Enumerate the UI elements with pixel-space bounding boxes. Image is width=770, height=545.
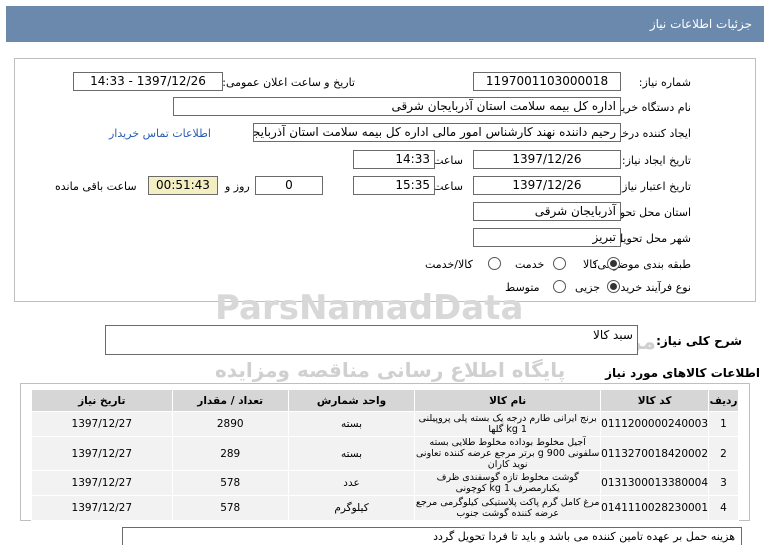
valid-time-label: ساعت — [433, 180, 463, 193]
col-header-unit: واحد شمارش — [287, 389, 416, 412]
province-field[interactable]: آذربایجان شرقی — [473, 202, 621, 221]
cell-name: مرغ کامل گرم پاکت پلاستیکی کیلوگرمی مرجع… — [414, 495, 602, 521]
category-option-goods-service: کالا/خدمت — [425, 258, 473, 271]
city-field[interactable]: تبریز — [473, 228, 621, 247]
cell-unit: بسته — [287, 436, 416, 471]
cell-row: 1 — [708, 411, 739, 437]
goods-table: ردیف کد کالا نام کالا واحد شمارش تعداد /… — [31, 389, 739, 521]
cell-code: 0113270018420002 — [600, 436, 710, 471]
requester-field[interactable]: رحیم داننده نهند کارشناس امور مالی اداره… — [253, 123, 621, 142]
cell-date: 1397/12/27 — [31, 411, 173, 437]
remaining-days-field[interactable]: 0 — [255, 176, 323, 195]
col-header-name: نام کالا — [414, 389, 602, 412]
remaining-time-field: 00:51:43 — [148, 176, 218, 195]
goods-section-title: اطلاعات کالاهای مورد نیاز — [605, 366, 760, 380]
cell-qty: 578 — [171, 470, 289, 496]
cell-row: 2 — [708, 436, 739, 471]
valid-time-field[interactable]: 15:35 — [353, 176, 435, 195]
process-label: نوع فرآیند خرید : — [613, 281, 691, 294]
valid-date-field[interactable]: 1397/12/26 — [473, 176, 621, 195]
cell-name: آجیل مخلوط بوداده مخلوط طلایی بسته سلفون… — [414, 436, 602, 471]
col-header-code: کد کالا — [600, 389, 710, 412]
cell-qty: 2890 — [171, 411, 289, 437]
need-details-panel: شماره نیاز: 1197001103000018 تاریخ و ساع… — [14, 58, 756, 302]
cell-date: 1397/12/27 — [31, 495, 173, 521]
valid-date-label: تاریخ اعتبار نیاز: — [618, 180, 691, 193]
cell-name: برنج ایرانی طارم درجه یک بسته پلی پروپیل… — [414, 411, 602, 437]
table-row[interactable]: 2 0113270018420002 آجیل مخلوط بوداده مخل… — [31, 436, 739, 471]
table-row[interactable]: 1 0111200000240003 برنج ایرانی طارم درجه… — [31, 411, 739, 437]
general-desc-label: شرح کلی نیاز: — [656, 334, 742, 348]
process-radio-medium[interactable] — [553, 280, 566, 293]
cell-date: 1397/12/27 — [31, 470, 173, 496]
days-label: روز و — [225, 180, 250, 193]
col-header-date: تاریخ نیاز — [31, 389, 173, 412]
remaining-time-label: ساعت باقی مانده — [55, 180, 137, 193]
cell-row: 3 — [708, 470, 739, 496]
need-number-label: شماره نیاز: — [638, 76, 691, 89]
buyer-note-field[interactable]: هزینه حمل بر عهده تامین کننده می باشد و … — [122, 527, 742, 545]
goods-table-panel: ردیف کد کالا نام کالا واحد شمارش تعداد /… — [20, 383, 750, 521]
cell-unit: بسته — [287, 411, 416, 437]
page-title: جزئیات اطلاعات نیاز — [6, 6, 764, 42]
cell-code: 0111200000240003 — [600, 411, 710, 437]
cell-code: 0141110028230001 — [600, 495, 710, 521]
process-radio-minor[interactable] — [607, 280, 620, 293]
buyer-field[interactable]: اداره کل بیمه سلامت استان آذربایجان شرقی — [173, 97, 621, 116]
col-header-row: ردیف — [708, 389, 739, 412]
category-option-goods: کالا — [583, 258, 598, 271]
created-date-label: تاریخ ایجاد نیاز: — [621, 154, 691, 167]
announce-date-field[interactable]: 1397/12/26 - 14:33 — [73, 72, 223, 91]
cell-unit: کیلوگرم — [287, 495, 416, 521]
cell-qty: 578 — [171, 495, 289, 521]
general-desc-field[interactable]: سبد کالا — [105, 325, 638, 355]
city-label: شهر محل تحویل: — [611, 232, 691, 245]
table-row[interactable]: 4 0141110028230001 مرغ کامل گرم پاکت پلا… — [31, 495, 739, 521]
created-time-label: ساعت — [433, 154, 463, 167]
created-time-field[interactable]: 14:33 — [353, 150, 435, 169]
category-option-service: خدمت — [515, 258, 545, 271]
watermark-line2: پایگاه اطلاع رسانی مناقصه ومزایده — [215, 358, 566, 382]
category-radio-goods[interactable] — [607, 257, 620, 270]
process-option-minor: جزیی — [575, 281, 601, 294]
process-option-medium: متوسط — [505, 281, 540, 294]
cell-qty: 289 — [171, 436, 289, 471]
cell-date: 1397/12/27 — [31, 436, 173, 471]
cell-code: 0131300013380004 — [600, 470, 710, 496]
table-row[interactable]: 3 0131300013380004 گوشت مخلوط تازه گوسفن… — [31, 470, 739, 496]
cell-name: گوشت مخلوط تازه گوسفندی ظرف یکبارمصرف 1 … — [414, 470, 602, 496]
category-radio-service[interactable] — [553, 257, 566, 270]
buyer-contact-link[interactable]: اطلاعات تماس خریدار — [109, 127, 211, 140]
category-radio-goods-service[interactable] — [488, 257, 501, 270]
created-date-field[interactable]: 1397/12/26 — [473, 150, 621, 169]
col-header-qty: تعداد / مقدار — [171, 389, 289, 412]
cell-unit: عدد — [287, 470, 416, 496]
need-number-field[interactable]: 1197001103000018 — [473, 72, 621, 91]
cell-row: 4 — [708, 495, 739, 521]
announce-date-label: تاریخ و ساعت اعلان عمومی: — [222, 76, 355, 89]
